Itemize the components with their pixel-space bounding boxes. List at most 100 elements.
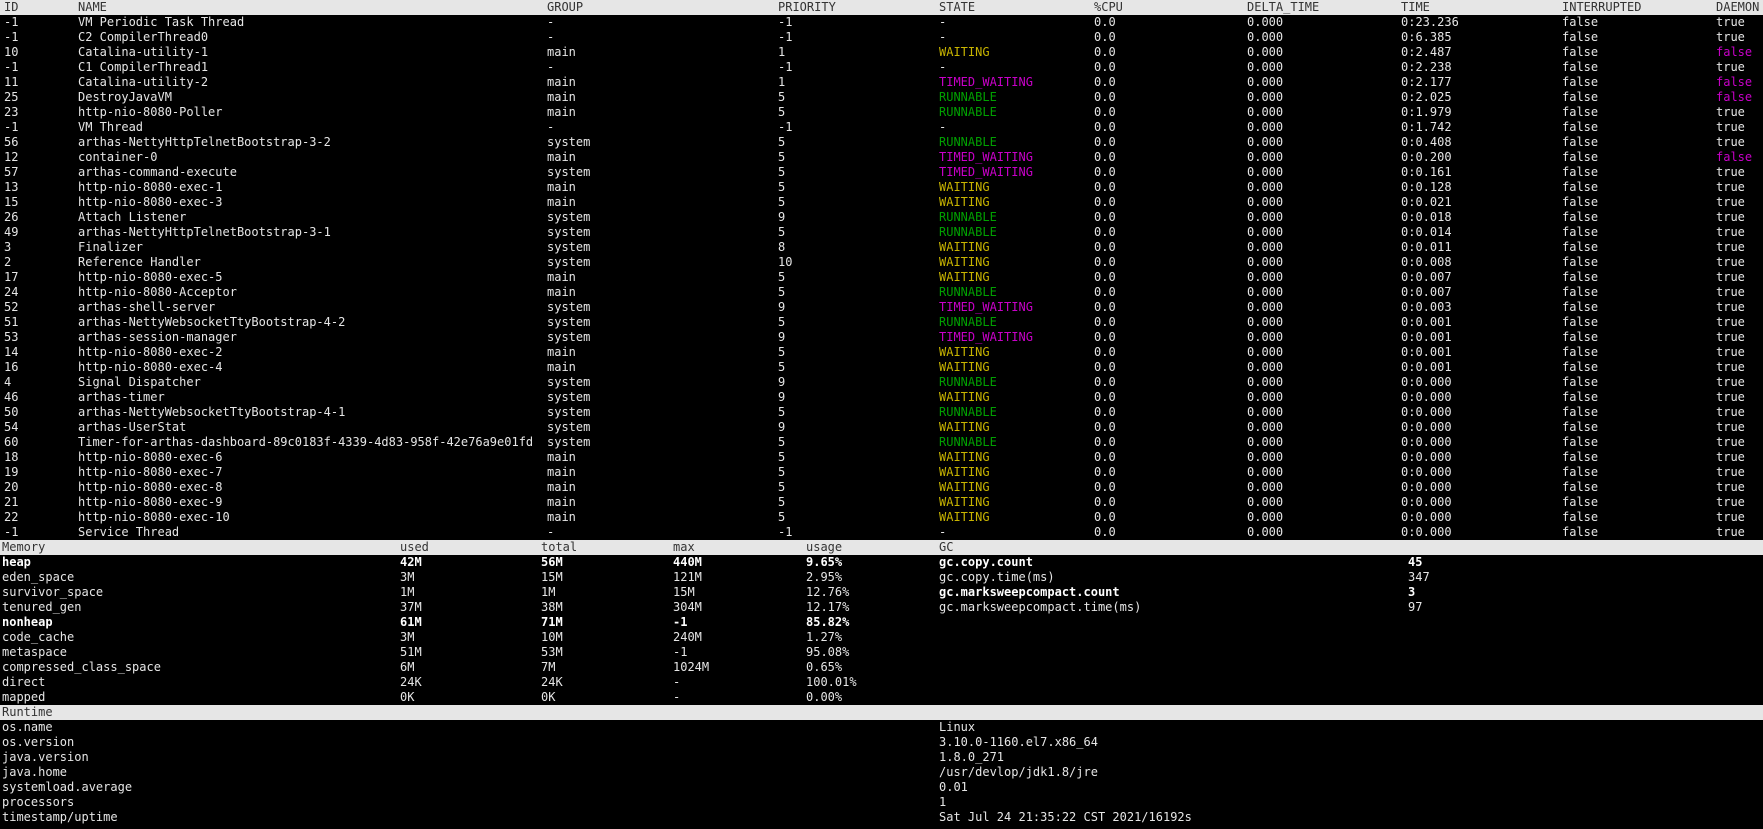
thread-interrupted: false (1562, 210, 1599, 224)
thread-interrupted: false (1562, 360, 1599, 374)
thread-cpu: 0.0 (1094, 375, 1116, 389)
thread-id: 18 (4, 450, 19, 464)
thread-priority: 5 (778, 345, 786, 359)
thread-state: WAITING (939, 45, 990, 59)
thread-time: 0:2.238 (1401, 60, 1452, 74)
memory-gc-panel: Memory used total max usage GC heap 42M 56… (0, 540, 1763, 705)
thread-cpu: 0.0 (1094, 75, 1116, 89)
thread-delta-time: 0.000 (1247, 255, 1284, 269)
thread-state: RUNNABLE (939, 210, 997, 224)
thread-state: WAITING (939, 180, 990, 194)
memory-used: 42M (400, 555, 422, 569)
thread-time: 0:0.161 (1401, 165, 1452, 179)
thread-state: TIMED_WAITING (939, 75, 1033, 89)
thread-time: 0:23.236 (1401, 15, 1459, 29)
thread-priority: 9 (778, 300, 786, 314)
memory-name: metaspace (2, 645, 68, 659)
gc-value: 347 (1408, 570, 1430, 584)
memory-max: - (673, 675, 681, 689)
thread-id: 56 (4, 135, 19, 149)
thread-delta-time: 0.000 (1247, 375, 1284, 389)
thread-cpu: 0.0 (1094, 390, 1116, 404)
thread-delta-time: 0.000 (1247, 285, 1284, 299)
memory-used: 37M (400, 600, 422, 614)
thread-row: 23 http-nio-8080-Poller main 5 RUNNABLE 0.0 0.… (0, 105, 1763, 120)
thread-id: 11 (4, 75, 19, 89)
thread-interrupted: false (1562, 270, 1599, 284)
memory-used: 0K (400, 690, 415, 704)
thread-row: 49 arthas-NettyHttpTelnetBootstrap-3-1 sys… (0, 225, 1763, 240)
thread-daemon: true (1716, 375, 1745, 389)
thread-priority: 5 (778, 285, 786, 299)
thread-cpu: 0.0 (1094, 120, 1116, 134)
thread-interrupted: false (1562, 240, 1599, 254)
thread-delta-time: 0.000 (1247, 210, 1284, 224)
thread-id: 19 (4, 465, 19, 479)
thread-daemon: true (1716, 270, 1745, 284)
thread-cpu: 0.0 (1094, 300, 1116, 314)
thread-daemon: true (1716, 135, 1745, 149)
thread-group: main (547, 450, 576, 464)
thread-group: main (547, 480, 576, 494)
thread-id: 49 (4, 225, 19, 239)
thread-id: 13 (4, 180, 19, 194)
thread-daemon: true (1716, 180, 1745, 194)
thread-cpu: 0.0 (1094, 210, 1116, 224)
thread-id: 57 (4, 165, 19, 179)
thread-row: 20 http-nio-8080-exec-8 main 5 WAITING 0.0 0.0… (0, 480, 1763, 495)
runtime-name: java.home (2, 765, 68, 779)
memory-total: 10M (541, 630, 563, 644)
thread-interrupted: false (1562, 510, 1599, 524)
runtime-row: os.version 3.10.0-1160.el7.x86_64 (0, 735, 1763, 750)
thread-priority: 5 (778, 405, 786, 419)
thread-group: - (547, 525, 555, 539)
thread-daemon: true (1716, 390, 1745, 404)
thread-row: 21 http-nio-8080-exec-9 main 5 WAITING 0.0 0.0… (0, 495, 1763, 510)
thread-time: 0:0.021 (1401, 195, 1452, 209)
thread-cpu: 0.0 (1094, 405, 1116, 419)
thread-name: http-nio-8080-exec-7 (78, 465, 223, 479)
memory-row: metaspace 51M 53M -1 95.08% (0, 645, 1763, 660)
memory-usage: 100.01% (806, 675, 857, 689)
thread-id: 23 (4, 105, 19, 119)
thread-row: 54 arthas-UserStat system 9 WAITING 0.0 0.000 0… (0, 420, 1763, 435)
thread-state: WAITING (939, 195, 990, 209)
thread-delta-time: 0.000 (1247, 435, 1284, 449)
thread-name: http-nio-8080-exec-3 (78, 195, 223, 209)
thread-time: 0:0.000 (1401, 435, 1452, 449)
memory-max: 121M (673, 570, 702, 584)
thread-daemon: true (1716, 60, 1745, 74)
thread-time: 0:0.000 (1401, 405, 1452, 419)
thread-delta-time: 0.000 (1247, 345, 1284, 359)
gc-value: 45 (1408, 555, 1423, 569)
thread-state: RUNNABLE (939, 285, 997, 299)
memory-row: nonheap 61M 71M -1 85.82% (0, 615, 1763, 630)
thread-interrupted: false (1562, 180, 1599, 194)
thread-priority: 5 (778, 225, 786, 239)
thread-id: -1 (4, 120, 19, 134)
memory-total: 7M (541, 660, 556, 674)
thread-interrupted: false (1562, 420, 1599, 434)
thread-row: 4 Signal Dispatcher system 9 RUNNABLE 0.0 0.00… (0, 375, 1763, 390)
thread-priority: -1 (778, 120, 793, 134)
runtime-value: 3.10.0-1160.el7.x86_64 (939, 735, 1098, 749)
thread-time: 0:0.001 (1401, 330, 1452, 344)
thread-daemon: true (1716, 120, 1745, 134)
thread-id: 17 (4, 270, 19, 284)
thread-cpu: 0.0 (1094, 510, 1116, 524)
runtime-row: processors 1 (0, 795, 1763, 810)
thread-time: 0:0.000 (1401, 480, 1452, 494)
thread-delta-time: 0.000 (1247, 75, 1284, 89)
thread-name: Reference Handler (78, 255, 201, 269)
thread-group: system (547, 315, 591, 329)
thread-cpu: 0.0 (1094, 435, 1116, 449)
thread-delta-time: 0.000 (1247, 495, 1284, 509)
thread-group: main (547, 510, 576, 524)
thread-delta-time: 0.000 (1247, 225, 1284, 239)
memory-header-usage: usage (806, 540, 843, 554)
thread-cpu: 0.0 (1094, 90, 1116, 104)
thread-daemon: true (1716, 450, 1745, 464)
col-header-id: ID (4, 0, 19, 14)
thread-daemon: false (1716, 75, 1753, 89)
runtime-row: timestamp/uptime Sat Jul 24 21:35:22 CST … (0, 810, 1763, 825)
